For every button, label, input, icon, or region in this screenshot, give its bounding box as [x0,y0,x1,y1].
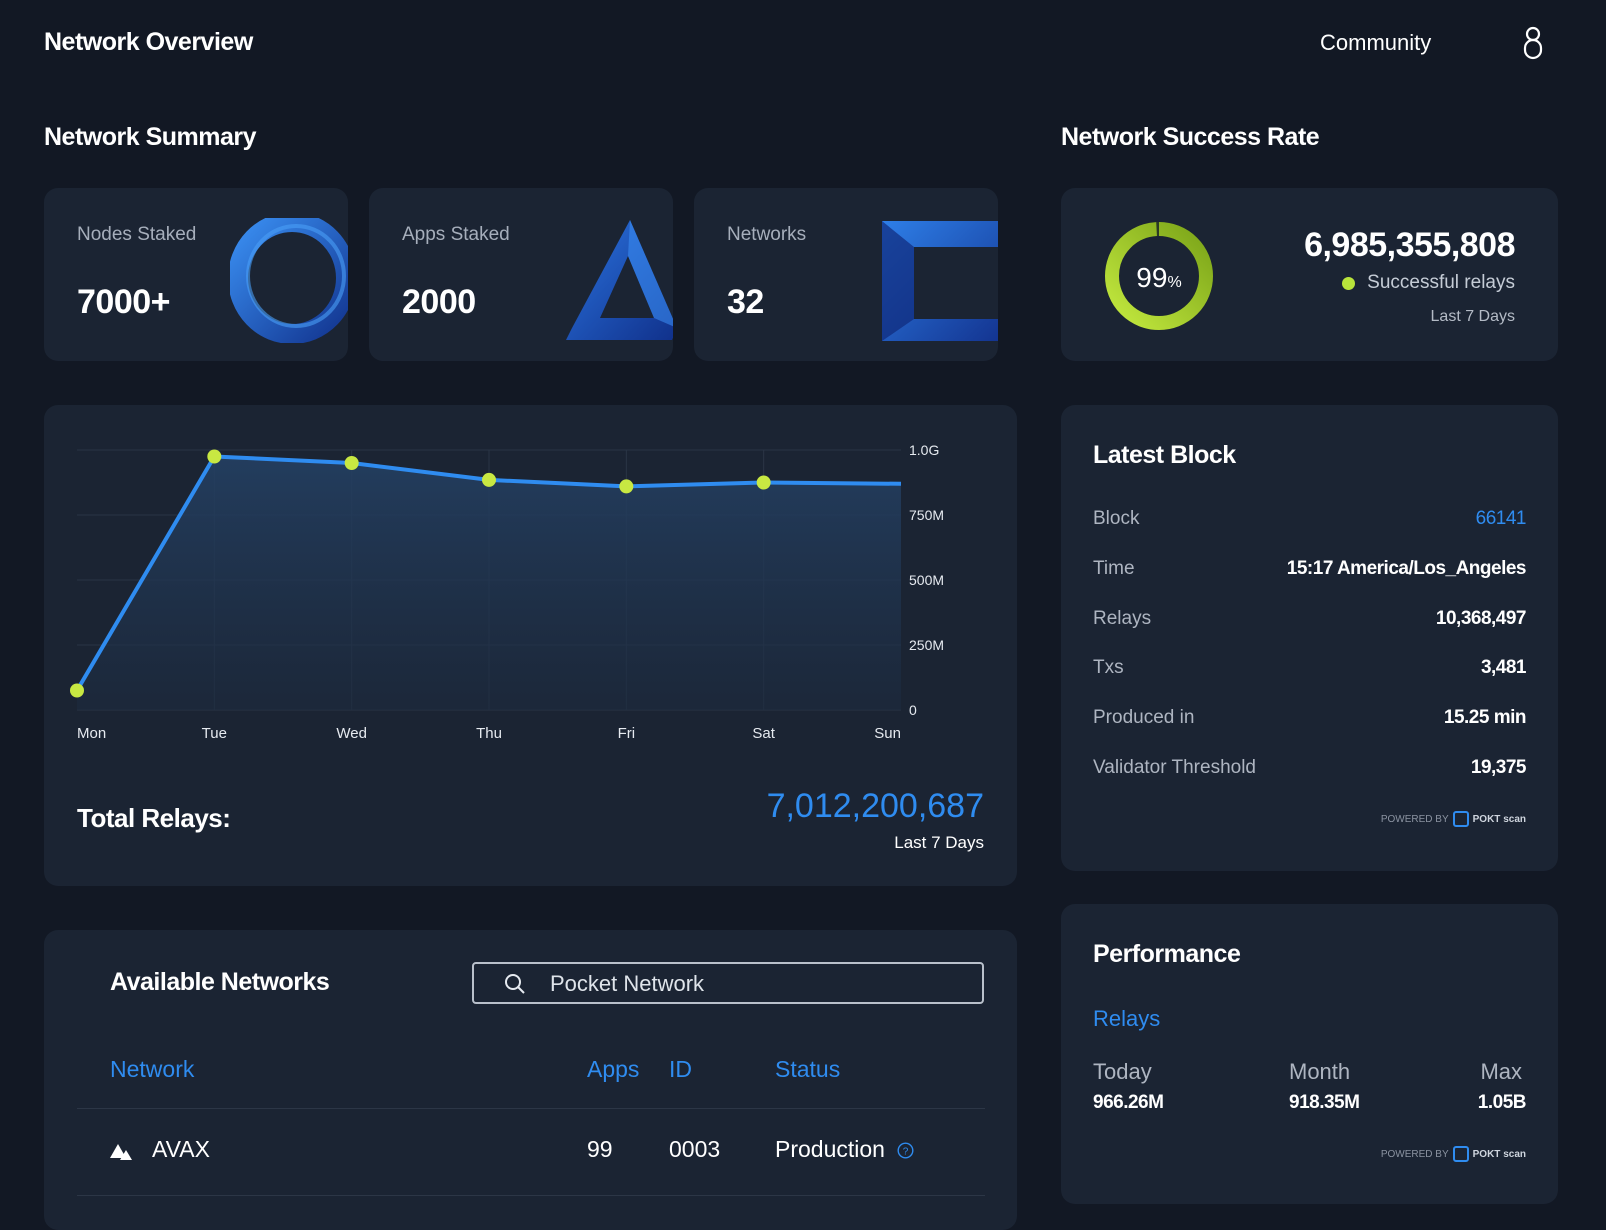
data-point [344,456,359,470]
validator-threshold-label: Validator Threshold [1093,757,1257,778]
network-search[interactable] [472,962,984,1004]
col-header-status[interactable]: Status [775,1056,840,1083]
summary-card-value: 2000 [402,283,476,321]
summary-card-label: Nodes Staked [77,224,197,245]
summary-card-nodes: Nodes Staked 7000+ [44,188,348,361]
square-3d-icon [882,221,998,346]
block-number-link[interactable]: 66141 [1476,508,1527,530]
total-relays-value: 7,012,200,687 [766,787,984,825]
x-tick-label: Sun [874,725,901,742]
success-period: Last 7 Days [1430,308,1515,325]
time-value: 15:17 America/Los_Angeles [1286,558,1527,579]
legend-label: Successful relays [1367,272,1515,293]
stat-max-value: 1.05B [1477,1092,1527,1113]
powered-by-text: POWERED BY [1380,813,1449,825]
produced-in-label: Produced in [1093,707,1195,728]
network-id: 0003 [669,1136,721,1162]
page-title: Network Overview [44,28,253,56]
percent-unit: % [1167,274,1182,291]
y-tick-label: 500M [909,572,944,588]
svg-text:?: ? [903,1147,909,1158]
search-icon [505,974,525,994]
validator-threshold-value: 19,375 [1470,757,1527,778]
performance-subtitle: Relays [1093,1006,1161,1031]
x-tick-label: Fri [618,725,636,742]
avax-icon [110,1144,132,1160]
success-count: 6,985,355,808 [1304,226,1515,264]
x-tick-label: Thu [476,725,502,742]
data-point [70,683,84,698]
percent-value: 99 [1136,262,1168,293]
stat-today-value: 966.26M [1093,1092,1164,1113]
txs-value: 3,481 [1480,657,1527,678]
relays-label: Relays [1093,608,1152,629]
txs-label: Txs [1093,657,1124,678]
data-point [619,479,634,494]
summary-card-value: 7000+ [77,283,171,321]
stat-month-label: Month [1289,1059,1351,1084]
help-icon[interactable]: ? [897,1142,914,1159]
x-tick-label: Mon [77,725,106,742]
success-rate-percent: 99% [1104,262,1214,294]
block-label: Block [1093,508,1140,529]
summary-title: Network Summary [44,123,257,151]
powered-by-link[interactable]: POWERED BY POKT scan [1381,1146,1526,1162]
col-header-id[interactable]: ID [669,1056,692,1083]
performance-card: Performance Relays Today 966.26M Month 9… [1061,904,1558,1204]
community-link[interactable]: Community [1320,30,1431,56]
latest-block-title: Latest Block [1093,441,1236,469]
powered-by-link[interactable]: POWERED BY POKT scan [1381,811,1526,827]
y-tick-label: 1.0G [909,442,939,458]
col-header-network[interactable]: Network [110,1056,194,1083]
available-networks-title: Available Networks [110,968,330,996]
series-area [77,456,901,710]
success-rate-title: Network Success Rate [1061,123,1320,151]
x-tick-label: Wed [336,725,367,742]
relays-chart-card: 1.0G 750M 500M 250M 0 Mon Tue Wed Thu Fri Sat Sun T… [44,405,1017,886]
y-tick-label: 750M [909,507,944,523]
legend-dot [1342,276,1356,290]
x-tick-label: Tue [202,725,227,742]
summary-card-apps: Apps Staked 2000 [369,188,673,361]
search-input[interactable] [548,970,972,998]
y-tick-label: 0 [909,702,917,718]
network-name: AVAX [152,1136,210,1162]
summary-card-label: Apps Staked [402,224,510,245]
stat-month-value: 918.35M [1289,1092,1360,1113]
total-relays-label: Total Relays: [77,803,231,833]
latest-block-card: Latest Block Block 66141 Time 15:17 Amer… [1061,405,1558,871]
user-icon[interactable] [1522,25,1544,61]
table-divider [77,1195,985,1196]
success-rate-card: 99% 6,985,355,808 Successful relays Last… [1061,188,1558,361]
summary-card-label: Networks [727,224,807,245]
relays-value: 10,368,497 [1435,608,1527,629]
network-apps: 99 [587,1136,613,1162]
network-status: Production [775,1136,885,1162]
stat-today-label: Today [1093,1059,1152,1084]
y-tick-label: 250M [909,637,944,653]
relays-chart: 1.0G 750M 500M 250M 0 Mon Tue Wed Thu Fri Sat Sun [70,442,944,742]
ring-3d-icon [228,212,348,348]
data-point [482,472,496,487]
poktscan-logo-icon [1452,1146,1469,1162]
performance-title: Performance [1093,940,1241,968]
poktscan-brand: POKT scan [1472,813,1526,825]
summary-card-value: 32 [727,283,764,321]
poktscan-logo-icon [1452,811,1469,827]
time-label: Time [1093,558,1135,579]
data-point [756,475,771,490]
powered-by-text: POWERED BY [1380,1148,1449,1160]
success-legend: Successful relays [1342,272,1515,294]
triangle-3d-icon [562,218,673,348]
poktscan-brand: POKT scan [1472,1148,1526,1160]
data-point [207,449,222,464]
total-relays-period: Last 7 Days [894,833,984,852]
produced-in-value: 15.25 min [1443,707,1527,728]
col-header-apps[interactable]: Apps [587,1056,639,1083]
summary-card-networks: Networks 32 [694,188,998,361]
stat-max-label: Max [1480,1059,1522,1084]
x-tick-label: Sat [752,725,775,742]
